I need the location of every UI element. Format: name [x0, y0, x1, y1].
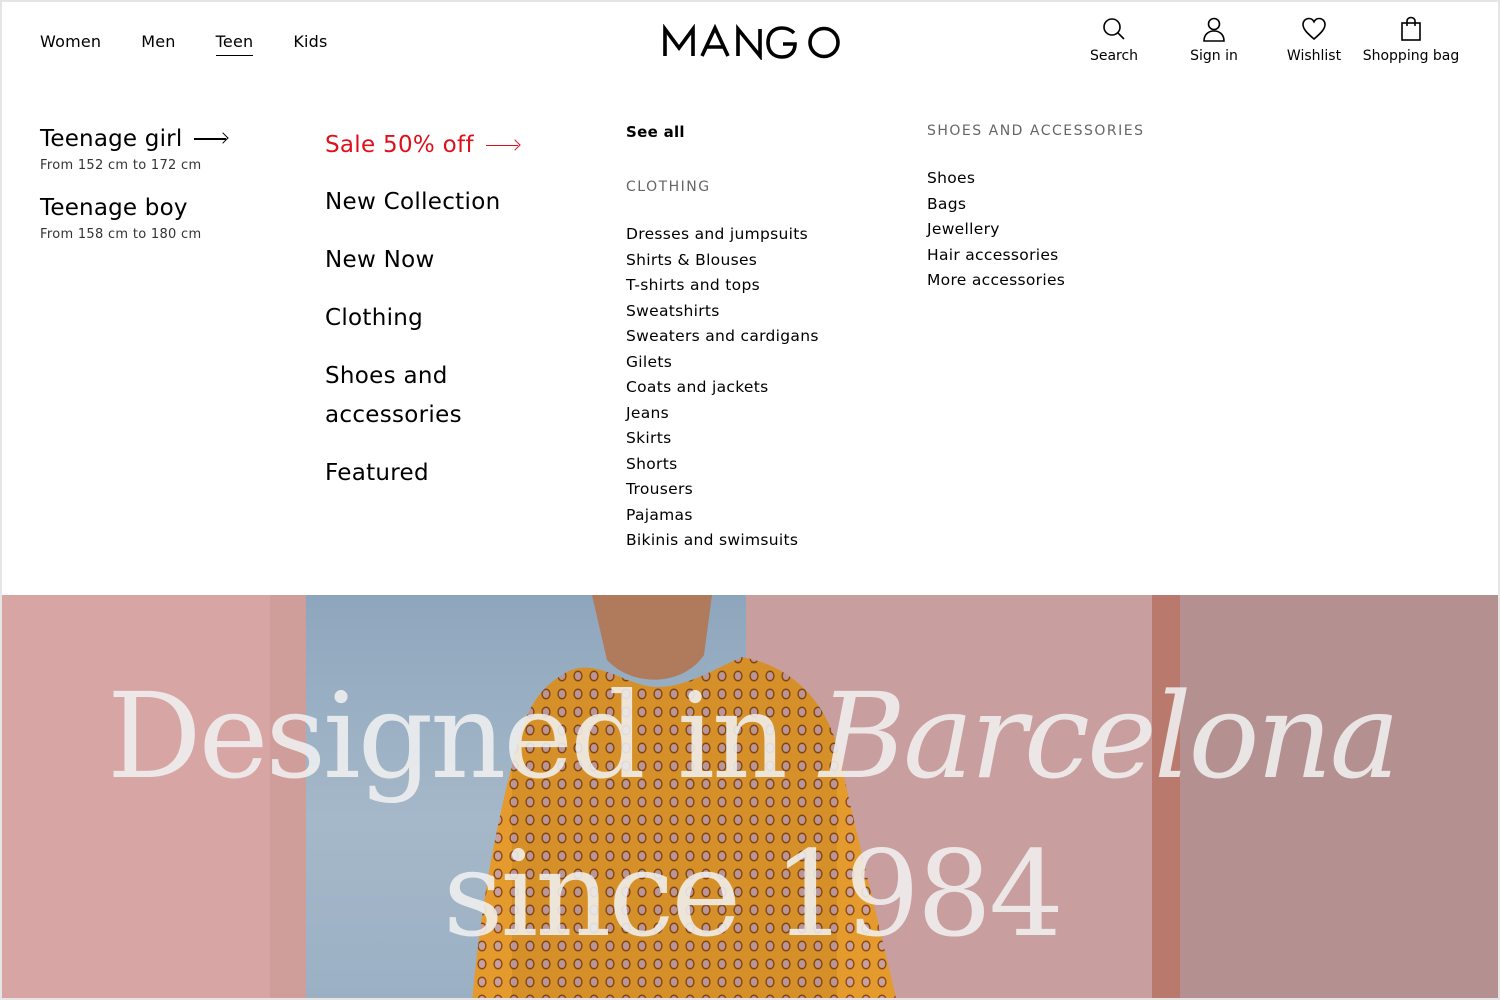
sale-label: Sale 50% off	[325, 132, 474, 158]
list-item[interactable]: T-shirts and tops	[626, 273, 819, 299]
list-item[interactable]: Shirts & Blouses	[626, 248, 819, 274]
hero-headline: Designed in Barcelona since 1984	[2, 657, 1498, 973]
search-button[interactable]: Search	[1064, 16, 1164, 64]
search-label: Search	[1089, 48, 1139, 64]
segment-title: Teenage girl	[40, 126, 183, 152]
clothing-column: See all CLOTHING Dresses and jumpsuits S…	[626, 123, 819, 554]
see-all-link[interactable]: See all	[626, 123, 819, 141]
clothing-heading: CLOTHING	[626, 179, 711, 195]
wishlist-label: Wishlist	[1286, 48, 1342, 64]
nav-men[interactable]: Men	[141, 32, 175, 56]
list-item[interactable]: Skirts	[626, 426, 819, 452]
arrow-right-icon	[485, 141, 520, 151]
segment-title: Teenage boy	[40, 195, 188, 221]
segment-subtitle: From 152 cm to 172 cm	[40, 158, 202, 173]
featured-link[interactable]: Featured	[325, 454, 585, 493]
shoes-accessories-link[interactable]: Shoes and accessories	[325, 357, 585, 435]
hero-line-1-italic: Barcelona	[819, 667, 1400, 805]
shopping-bag-icon	[1401, 16, 1421, 41]
sale-link[interactable]: Sale 50% off	[325, 126, 585, 165]
clothing-link[interactable]: Clothing	[325, 299, 585, 338]
shoes-accessories-line1: Shoes and	[325, 363, 448, 389]
list-item[interactable]: Sweaters and cardigans	[626, 324, 819, 350]
wishlist-button[interactable]: Wishlist	[1264, 16, 1364, 64]
list-item[interactable]: Hair accessories	[927, 243, 1145, 269]
new-now-link[interactable]: New Now	[325, 241, 585, 280]
nav-kids[interactable]: Kids	[293, 32, 327, 56]
segment-teenage-boy[interactable]: Teenage boy From 158 cm to 180 cm	[40, 195, 228, 242]
hero-banner[interactable]: Designed in Barcelona since 1984	[2, 595, 1498, 998]
nav-teen[interactable]: Teen	[215, 32, 254, 56]
header-actions: Search Sign in Wishlist Shopping bag	[1064, 16, 1460, 64]
list-item[interactable]: Coats and jackets	[626, 375, 819, 401]
list-item[interactable]: Sweatshirts	[626, 299, 819, 325]
list-item[interactable]: Shoes	[927, 166, 1145, 192]
shoes-accessories-list: Shoes Bags Jewellery Hair accessories Mo…	[927, 166, 1145, 294]
arrow-right-icon	[194, 134, 228, 144]
list-item[interactable]: Gilets	[626, 350, 819, 376]
shopping-bag-button[interactable]: Shopping bag	[1362, 16, 1460, 64]
search-icon	[1103, 18, 1125, 40]
list-item[interactable]: Pajamas	[626, 503, 819, 529]
new-collection-link[interactable]: New Collection	[325, 183, 585, 222]
hero-line-1-regular: Designed in	[107, 667, 820, 805]
list-item[interactable]: More accessories	[927, 268, 1145, 294]
hero-line-1: Designed in Barcelona	[2, 657, 1498, 815]
shoes-accessories-heading: SHOES AND ACCESSORIES	[927, 123, 1145, 139]
list-item[interactable]: Bags	[927, 192, 1145, 218]
nav-women[interactable]: Women	[40, 32, 101, 56]
page-frame: Women Men Teen Kids Search Sign in Wishl…	[0, 0, 1500, 1000]
list-item[interactable]: Shorts	[626, 452, 819, 478]
list-item[interactable]: Bikinis and swimsuits	[626, 528, 819, 554]
heart-icon	[1302, 17, 1326, 41]
shoes-accessories-line2: accessories	[325, 402, 462, 428]
segment-title-wrap: Teenage boy	[40, 195, 228, 221]
user-icon	[1203, 17, 1225, 42]
shoes-accessories-column: SHOES AND ACCESSORIES Shoes Bags Jewelle…	[927, 123, 1145, 294]
list-item[interactable]: Jeans	[626, 401, 819, 427]
main-nav: Women Men Teen Kids	[40, 32, 368, 56]
sign-in-button[interactable]: Sign in	[1164, 16, 1264, 64]
segment-teenage-girl[interactable]: Teenage girl From 152 cm to 172 cm	[40, 126, 228, 173]
list-item[interactable]: Dresses and jumpsuits	[626, 222, 819, 248]
shopping-bag-label: Shopping bag	[1362, 48, 1460, 64]
hero-line-2: since 1984	[442, 825, 1064, 963]
sign-in-label: Sign in	[1190, 48, 1238, 64]
segment-subtitle: From 158 cm to 180 cm	[40, 227, 202, 242]
teen-segments: Teenage girl From 152 cm to 172 cm Teena…	[40, 126, 228, 264]
segment-title-wrap: Teenage girl	[40, 126, 228, 152]
list-item[interactable]: Trousers	[626, 477, 819, 503]
main-menu-links: Sale 50% off New Collection New Now Clot…	[325, 126, 585, 512]
clothing-list: Dresses and jumpsuits Shirts & Blouses T…	[626, 222, 819, 554]
list-item[interactable]: Jewellery	[927, 217, 1145, 243]
mango-logo[interactable]	[662, 24, 842, 60]
